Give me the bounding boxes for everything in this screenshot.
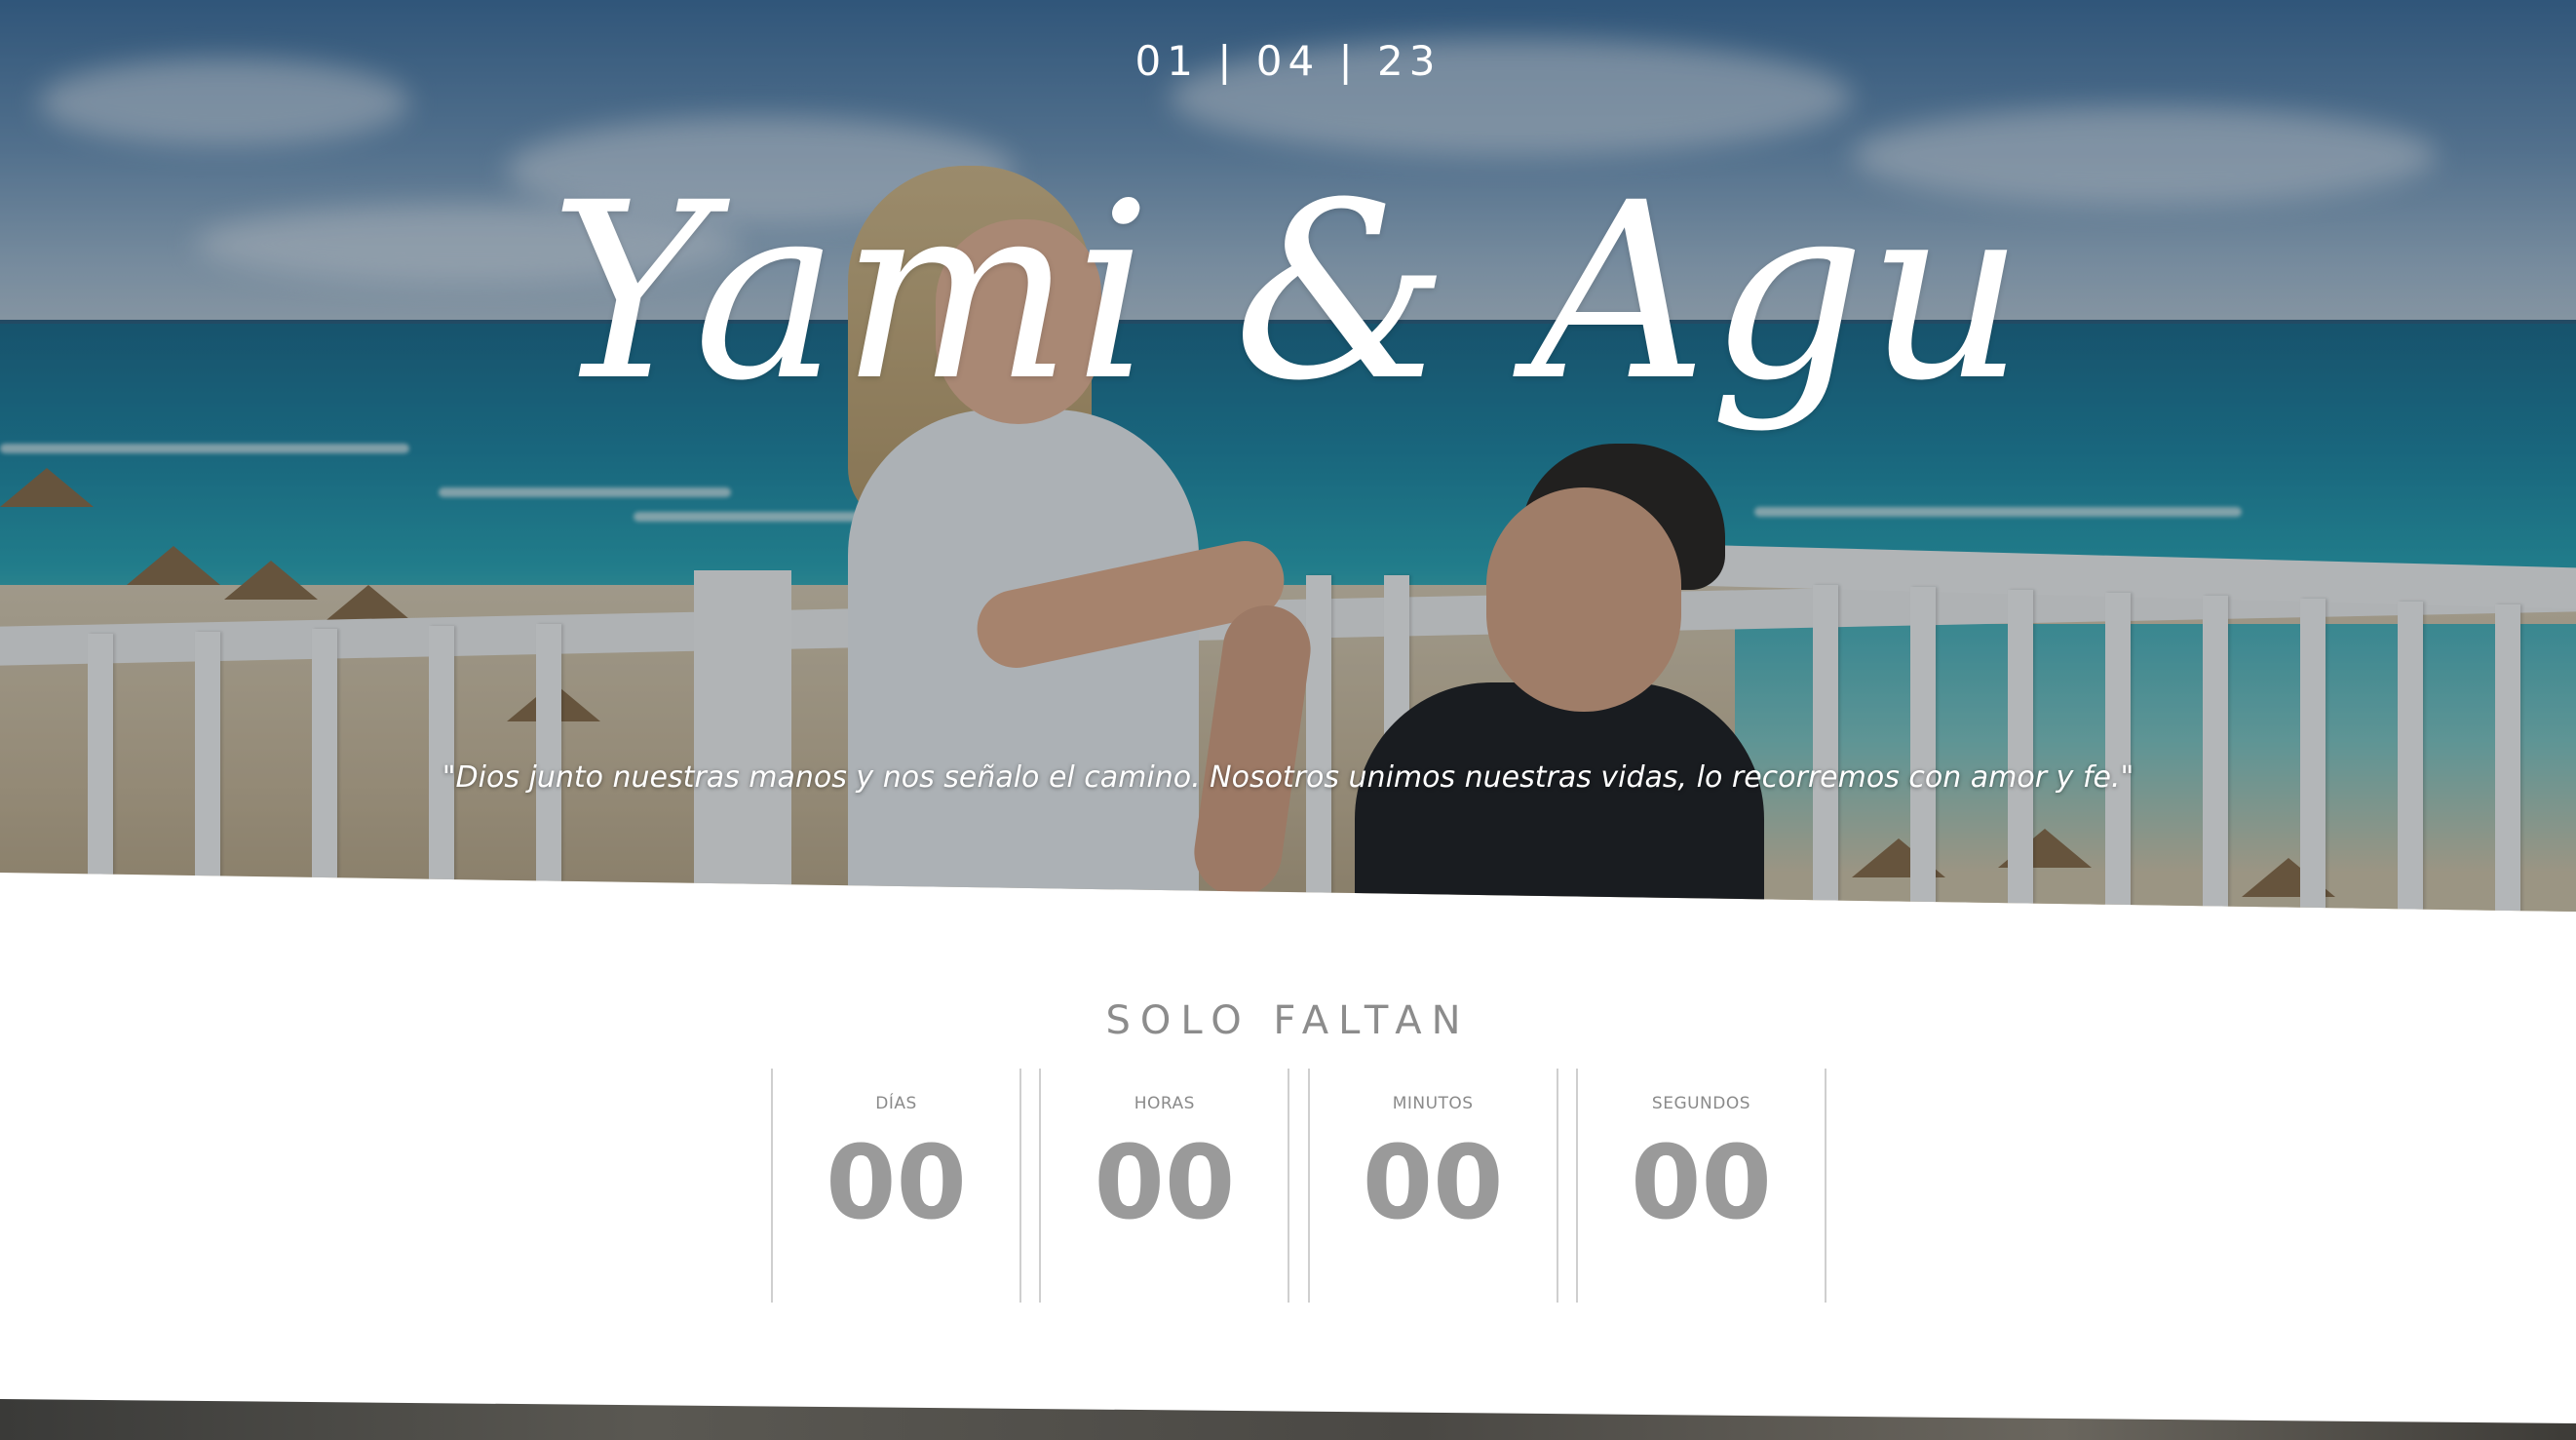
countdown-seconds: SEGUNDOS 00 xyxy=(1575,1069,1826,1303)
countdown-title: SOLO FALTAN xyxy=(1105,998,1471,1043)
hero-quote: "Dios junto nuestras manos y nos señalo … xyxy=(442,760,2134,795)
countdown-days-value: 00 xyxy=(826,1123,967,1242)
countdown-minutes-label: MINUTOS xyxy=(1392,1094,1474,1113)
countdown-seconds-value: 00 xyxy=(1631,1123,1772,1242)
countdown-days: DÍAS 00 xyxy=(771,1069,1021,1303)
couple-names: Yami & Agu xyxy=(550,150,2026,434)
countdown-seconds-label: SEGUNDOS xyxy=(1651,1094,1751,1113)
wedding-date: 01 | 04 | 23 xyxy=(1134,37,1442,85)
countdown-hours: HORAS 00 xyxy=(1039,1069,1290,1303)
next-section-photo xyxy=(0,1399,2576,1440)
hero-section: 01 | 04 | 23 Yami & Agu "Dios junto nues… xyxy=(0,0,2576,912)
countdown-days-label: DÍAS xyxy=(875,1094,917,1113)
countdown-minutes-value: 00 xyxy=(1362,1123,1504,1242)
wedding-page: 01 | 04 | 23 Yami & Agu "Dios junto nues… xyxy=(0,0,2576,1440)
countdown-hours-value: 00 xyxy=(1094,1123,1236,1242)
countdown-minutes: MINUTOS 00 xyxy=(1307,1069,1558,1303)
countdown-hours-label: HORAS xyxy=(1134,1094,1195,1113)
countdown-timer: DÍAS 00 HORAS 00 MINUTOS 00 SEGUNDOS 00 xyxy=(771,1069,1826,1303)
